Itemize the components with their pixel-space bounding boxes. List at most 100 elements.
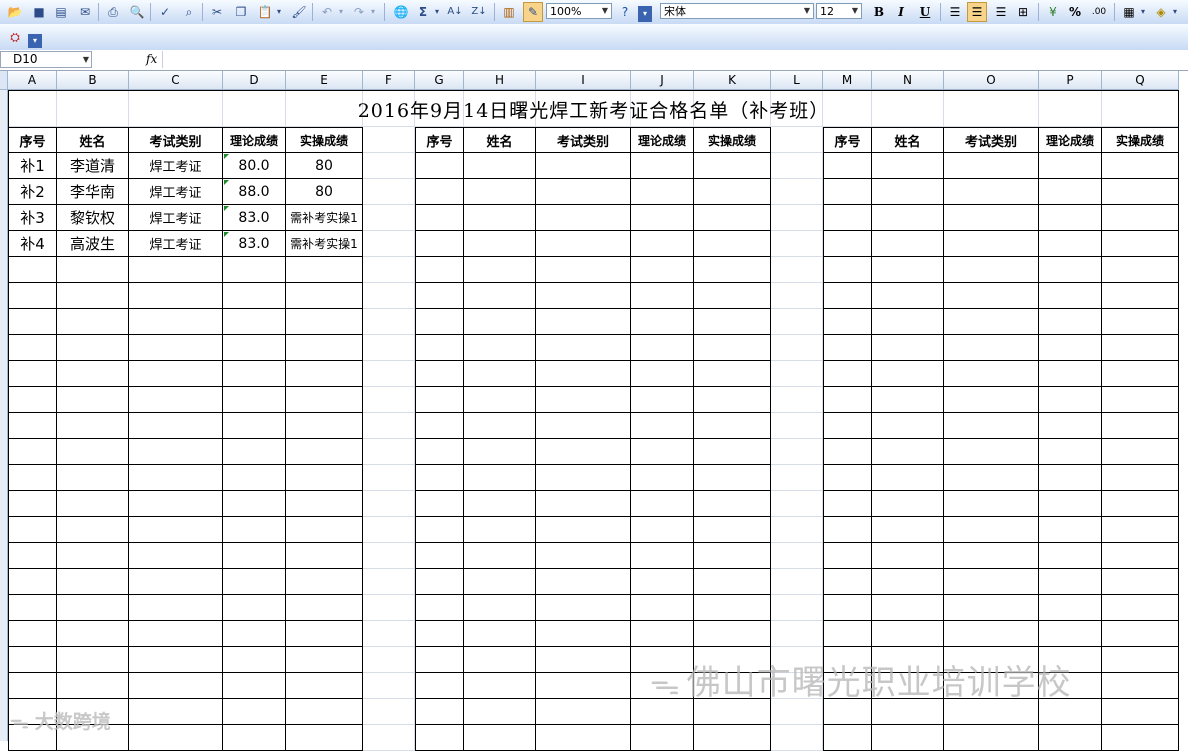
table-cell[interactable] — [823, 387, 872, 413]
table-cell[interactable] — [694, 387, 771, 413]
table-cell[interactable] — [1039, 257, 1102, 283]
table-cell[interactable] — [57, 283, 129, 309]
chevron-down-icon[interactable]: ▼ — [849, 4, 861, 18]
table-cell[interactable] — [1102, 725, 1179, 751]
table-cell[interactable] — [872, 543, 944, 569]
table-cell[interactable] — [872, 465, 944, 491]
table-row-cell[interactable]: 焊工考证 — [129, 231, 223, 257]
italic-button[interactable]: I — [892, 3, 910, 21]
grid-cell[interactable] — [363, 387, 415, 413]
permission-icon[interactable]: ▤ — [52, 3, 70, 21]
grid-cell[interactable] — [771, 361, 823, 387]
table-cell[interactable] — [694, 439, 771, 465]
table-cell[interactable] — [286, 387, 363, 413]
table-cell[interactable] — [536, 621, 631, 647]
table-cell[interactable] — [129, 335, 223, 361]
column-header[interactable]: N — [872, 71, 944, 90]
table-cell[interactable] — [286, 309, 363, 335]
table-row-cell[interactable]: 80 — [286, 153, 363, 179]
table-row-cell[interactable]: 80.0 — [223, 153, 286, 179]
table-cell[interactable] — [536, 335, 631, 361]
table-cell[interactable] — [872, 439, 944, 465]
grid-cell[interactable] — [771, 335, 823, 361]
table-cell[interactable] — [464, 647, 536, 673]
table-cell[interactable] — [536, 725, 631, 751]
table-cell[interactable] — [129, 725, 223, 751]
table-cell[interactable] — [464, 257, 536, 283]
table-cell[interactable] — [286, 647, 363, 673]
underline-button[interactable]: U — [916, 3, 934, 21]
table-cell[interactable] — [129, 465, 223, 491]
chevron-down-icon[interactable]: ▼ — [83, 52, 89, 67]
table-cell[interactable] — [872, 257, 944, 283]
table-cell[interactable] — [631, 283, 694, 309]
grid-cell[interactable] — [363, 283, 415, 309]
table-header-cell[interactable]: 理论成绩 — [631, 127, 694, 153]
table-row-cell[interactable]: 80 — [286, 179, 363, 205]
table-cell[interactable] — [631, 179, 694, 205]
table-cell[interactable] — [1039, 335, 1102, 361]
table-cell[interactable] — [8, 517, 57, 543]
table-cell[interactable] — [536, 491, 631, 517]
grid-cell[interactable] — [363, 257, 415, 283]
table-cell[interactable] — [823, 257, 872, 283]
table-cell[interactable] — [286, 725, 363, 751]
table-cell[interactable] — [8, 257, 57, 283]
table-cell[interactable] — [8, 595, 57, 621]
column-header[interactable]: Q — [1102, 71, 1179, 90]
drawing-icon[interactable]: ✎ — [523, 2, 543, 22]
insert-function-icon[interactable]: fx — [146, 52, 157, 66]
table-row-cell[interactable]: 补4 — [8, 231, 57, 257]
grid-cell[interactable] — [771, 595, 823, 621]
column-header[interactable]: C — [129, 71, 223, 90]
table-cell[interactable] — [415, 439, 464, 465]
table-cell[interactable] — [464, 699, 536, 725]
table-cell[interactable] — [1039, 491, 1102, 517]
align-center-icon[interactable]: ☰ — [967, 2, 987, 22]
table-cell[interactable] — [223, 543, 286, 569]
table-cell[interactable] — [1102, 387, 1179, 413]
table-cell[interactable] — [536, 517, 631, 543]
table-cell[interactable] — [1102, 543, 1179, 569]
table-cell[interactable] — [57, 673, 129, 699]
table-cell[interactable] — [1102, 569, 1179, 595]
table-cell[interactable] — [129, 413, 223, 439]
table-cell[interactable] — [631, 725, 694, 751]
table-cell[interactable] — [1039, 517, 1102, 543]
table-row-cell[interactable]: 83.0 — [223, 231, 286, 257]
merge-center-icon[interactable]: ⊞ — [1014, 3, 1032, 21]
table-cell[interactable] — [415, 361, 464, 387]
column-header[interactable]: B — [57, 71, 129, 90]
table-cell[interactable] — [415, 309, 464, 335]
table-cell[interactable] — [464, 465, 536, 491]
table-cell[interactable] — [129, 673, 223, 699]
table-cell[interactable] — [223, 335, 286, 361]
table-cell[interactable] — [57, 621, 129, 647]
table-cell[interactable] — [944, 309, 1039, 335]
table-cell[interactable] — [223, 465, 286, 491]
grid-cell[interactable] — [363, 127, 415, 153]
column-header[interactable]: I — [536, 71, 631, 90]
table-cell[interactable] — [694, 179, 771, 205]
table-cell[interactable] — [823, 491, 872, 517]
grid-cell[interactable] — [363, 179, 415, 205]
table-cell[interactable] — [415, 335, 464, 361]
table-cell[interactable] — [129, 309, 223, 335]
table-cell[interactable] — [8, 309, 57, 335]
table-cell[interactable] — [631, 621, 694, 647]
table-cell[interactable] — [631, 491, 694, 517]
table-row-cell[interactable]: 焊工考证 — [129, 179, 223, 205]
table-cell[interactable] — [944, 387, 1039, 413]
align-left-icon[interactable]: ☰ — [946, 3, 964, 21]
table-cell[interactable] — [223, 439, 286, 465]
grid-cell[interactable] — [363, 699, 415, 725]
table-row-cell[interactable]: 补3 — [8, 205, 57, 231]
font-size-combo[interactable]: 12 ▼ — [816, 3, 862, 19]
table-cell[interactable] — [57, 335, 129, 361]
table-cell[interactable] — [536, 309, 631, 335]
table-cell[interactable] — [464, 491, 536, 517]
table-cell[interactable] — [415, 465, 464, 491]
table-cell[interactable] — [944, 595, 1039, 621]
table-cell[interactable] — [631, 387, 694, 413]
table-cell[interactable] — [464, 413, 536, 439]
